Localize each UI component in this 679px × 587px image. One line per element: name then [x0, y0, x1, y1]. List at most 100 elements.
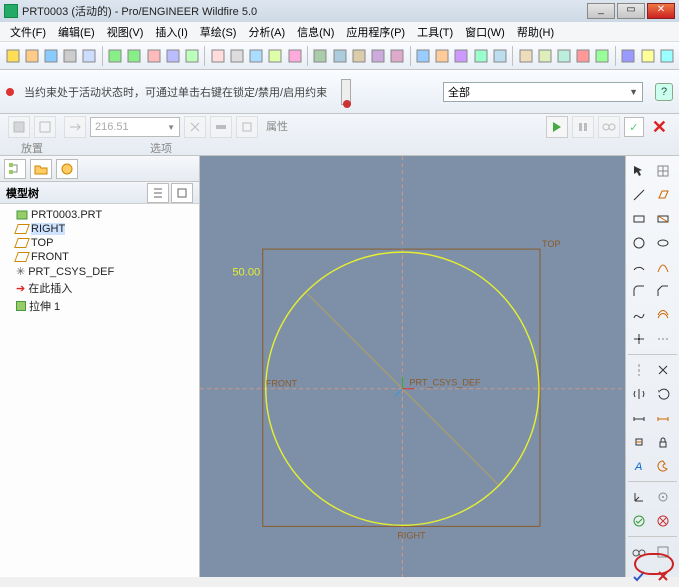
menu-10[interactable]: 帮助(H) — [511, 22, 560, 42]
done-icon[interactable] — [628, 510, 650, 532]
spline-icon[interactable] — [628, 304, 650, 326]
menu-3[interactable]: 插入(I) — [149, 22, 193, 42]
datum-csys-icon[interactable] — [555, 45, 572, 67]
ellipse-icon[interactable] — [652, 232, 674, 254]
menu-1[interactable]: 编辑(E) — [52, 22, 101, 42]
constraint-icon[interactable] — [628, 431, 650, 453]
moddim-icon[interactable] — [652, 407, 674, 429]
regen-icon[interactable] — [209, 45, 226, 67]
hidden-icon[interactable] — [453, 45, 470, 67]
text-icon[interactable]: A — [628, 455, 650, 477]
extrude-solid-icon[interactable] — [8, 116, 30, 138]
rect-diag-icon[interactable] — [652, 208, 674, 230]
glasses-icon[interactable] — [598, 116, 620, 138]
render-icon[interactable] — [658, 45, 675, 67]
datum-point-icon[interactable] — [536, 45, 553, 67]
depth-icon[interactable] — [64, 116, 86, 138]
tree-item-prt_csys_def[interactable]: ✳PRT_CSYS_DEF — [16, 264, 197, 279]
menu-9[interactable]: 窗口(W) — [459, 22, 511, 42]
blank-icon[interactable] — [652, 541, 674, 563]
undo-icon[interactable] — [107, 45, 124, 67]
line-icon[interactable] — [628, 184, 650, 206]
parallelogram-icon[interactable] — [652, 184, 674, 206]
point-icon[interactable] — [628, 328, 650, 350]
appearance-icon[interactable] — [620, 45, 637, 67]
menu-7[interactable]: 应用程序(P) — [340, 22, 411, 42]
palette-icon[interactable] — [652, 455, 674, 477]
grid-icon[interactable] — [652, 160, 674, 182]
cut-icon[interactable] — [145, 45, 162, 67]
coord-sys-icon[interactable] — [628, 486, 650, 508]
tree-show-button[interactable] — [171, 183, 193, 203]
close-button[interactable]: ✕ — [647, 3, 675, 19]
dim-icon[interactable] — [628, 407, 650, 429]
select-arrow-icon[interactable] — [628, 160, 650, 182]
menu-4[interactable]: 草绘(S) — [194, 22, 243, 42]
mirror-icon[interactable] — [628, 383, 650, 405]
layers-icon[interactable] — [267, 45, 284, 67]
glasses-icon[interactable] — [628, 541, 650, 563]
ok-button[interactable]: ✓ — [624, 117, 644, 137]
help-button[interactable]: ? — [655, 83, 673, 101]
tab-folder[interactable] — [30, 159, 52, 179]
menu-5[interactable]: 分析(A) — [242, 22, 291, 42]
canvas-dimension[interactable]: 50.00 — [232, 266, 260, 278]
redo-icon[interactable] — [126, 45, 143, 67]
maximize-button[interactable]: ▭ — [617, 3, 645, 19]
rectangle-icon[interactable] — [628, 208, 650, 230]
shade-icon[interactable] — [415, 45, 432, 67]
nohl-icon[interactable] — [472, 45, 489, 67]
arc-icon[interactable] — [628, 256, 650, 278]
cancel-button[interactable]: ✕ — [648, 117, 671, 138]
tree-settings-button[interactable] — [147, 183, 169, 203]
thicken-icon[interactable] — [236, 116, 258, 138]
menu-8[interactable]: 工具(T) — [411, 22, 459, 42]
paste-icon[interactable] — [183, 45, 200, 67]
tree-item-拉伸 1[interactable]: 拉伸 1 — [16, 297, 197, 315]
ref-icon[interactable] — [652, 328, 674, 350]
depth-input[interactable]: 216.51 ▼ — [90, 117, 180, 137]
select-icon[interactable] — [248, 45, 265, 67]
tree-item-top[interactable]: TOP — [16, 236, 197, 250]
menu-0[interactable]: 文件(F) — [4, 22, 52, 42]
conic-icon[interactable] — [652, 256, 674, 278]
tab-favorites[interactable] — [56, 159, 78, 179]
tree-root[interactable]: PRT0003.PRT — [16, 208, 197, 222]
repaint-icon[interactable] — [389, 45, 406, 67]
tree-item-right[interactable]: RIGHT — [16, 222, 197, 236]
zoom-out-icon[interactable] — [369, 45, 386, 67]
mail-icon[interactable] — [81, 45, 98, 67]
trim-icon[interactable] — [652, 359, 674, 381]
tab-model-tree[interactable] — [4, 159, 26, 179]
circle-icon[interactable] — [628, 232, 650, 254]
lock-icon[interactable] — [652, 431, 674, 453]
datum-axis-icon[interactable] — [517, 45, 534, 67]
print-icon[interactable] — [62, 45, 79, 67]
wire-icon[interactable] — [434, 45, 451, 67]
filter-combo[interactable]: 全部 ▼ — [443, 82, 643, 102]
ok-check-icon[interactable] — [628, 565, 650, 587]
find-icon[interactable] — [228, 45, 245, 67]
fillet-icon[interactable] — [628, 280, 650, 302]
remove-mat-icon[interactable] — [210, 116, 232, 138]
menu-6[interactable]: 信息(N) — [291, 22, 340, 42]
extrude-surface-icon[interactable] — [34, 116, 56, 138]
menu-2[interactable]: 视图(V) — [101, 22, 150, 42]
viewmode-icon[interactable] — [312, 45, 329, 67]
intent-icon[interactable] — [652, 486, 674, 508]
minimize-button[interactable]: _ — [587, 3, 615, 19]
play-button[interactable] — [546, 116, 568, 138]
offset-icon[interactable] — [652, 304, 674, 326]
rotate-icon[interactable] — [652, 383, 674, 405]
copy-icon[interactable] — [164, 45, 181, 67]
save-icon[interactable] — [42, 45, 59, 67]
new-icon[interactable] — [4, 45, 21, 67]
tree-item-front[interactable]: FRONT — [16, 250, 197, 264]
centerline-icon[interactable] — [628, 359, 650, 381]
tree-item-在此插入[interactable]: ➔在此插入 — [16, 279, 197, 297]
annotate-icon[interactable] — [575, 45, 592, 67]
graphics-canvas[interactable]: TOP FRONT RIGHT PRT_CSYS_DEF 50.00 — [200, 156, 625, 577]
view-icon[interactable] — [286, 45, 303, 67]
open-icon[interactable] — [23, 45, 40, 67]
chamfer-icon[interactable] — [652, 280, 674, 302]
